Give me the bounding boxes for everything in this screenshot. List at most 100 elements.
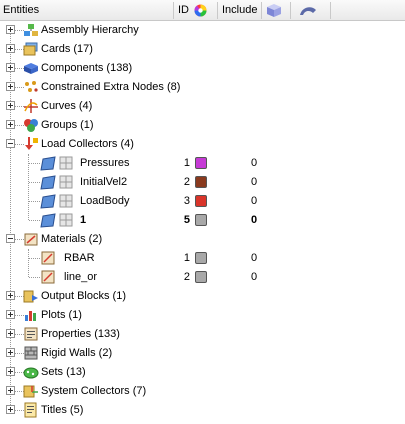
tree-item-properties[interactable]: Properties (133) [0,325,405,344]
column-header: Entities ID Include [0,0,405,21]
expand-icon[interactable] [6,310,15,319]
tree-item-label: Constrained Extra Nodes (8) [41,81,181,93]
expand-icon[interactable] [6,63,15,72]
load-collector-id: 1 [183,157,190,169]
tree-item-assembly-hierarchy[interactable]: Assembly Hierarchy [0,21,405,40]
material-icon [41,251,55,265]
cards-icon [23,42,38,56]
assembly-hierarchy-icon [24,24,38,36]
material-id: 1 [183,252,190,264]
include-value: 0 [250,252,258,264]
include-column-header[interactable]: Include [222,0,257,21]
color-swatch[interactable] [195,176,207,188]
column-divider[interactable] [290,2,291,19]
tree-item-titles[interactable]: Titles (5) [0,401,405,420]
system-collectors-icon [23,385,38,398]
load-collector-row[interactable]: LoadBody 3 0 [0,192,405,211]
tree-item-curves[interactable]: Curves (4) [0,97,405,116]
material-name: RBAR [64,252,95,264]
color-swatch[interactable] [195,157,207,169]
column-divider[interactable] [173,2,174,19]
include-value: 0 [250,214,258,226]
tree-item-label: Groups (1) [41,119,94,131]
tree-item-label: Cards (17) [41,43,93,55]
tree-branch-line [29,220,40,221]
expand-icon[interactable] [6,291,15,300]
output-blocks-icon [23,290,38,303]
sets-icon [23,367,39,379]
expand-icon[interactable] [6,25,15,34]
tree-item-output-blocks[interactable]: Output Blocks (1) [0,287,405,306]
load-collector-icon [40,194,56,209]
tree-branch-line [29,182,40,183]
components-icon [24,63,38,74]
id-column-header[interactable]: ID [178,0,189,21]
load-collector-row[interactable]: InitialVel2 2 0 [0,173,405,192]
expand-icon[interactable] [6,101,15,110]
include-value: 0 [250,176,258,188]
expand-icon[interactable] [6,82,15,91]
tree-item-label: Assembly Hierarchy [41,24,139,36]
constrained-extra-nodes-icon [25,81,38,92]
plots-icon [25,311,36,321]
tree-item-groups[interactable]: Groups (1) [0,116,405,135]
materials-icon [24,233,38,246]
tree-item-label: Rigid Walls (2) [41,347,113,359]
load-collector-id: 3 [183,195,190,207]
tree-item-system-collectors[interactable]: System Collectors (7) [0,382,405,401]
entities-column-header[interactable]: Entities [3,0,39,21]
column-divider[interactable] [330,2,331,19]
color-swatch[interactable] [195,214,207,226]
tree-item-plots[interactable]: Plots (1) [0,306,405,325]
expand-icon[interactable] [6,348,15,357]
load-collector-name: Pressures [80,157,130,169]
cube-icon[interactable] [266,3,282,18]
color-swatch[interactable] [195,195,207,207]
expand-icon[interactable] [6,405,15,414]
load-collector-row[interactable]: 1 5 0 [0,211,405,230]
tree-item-label: Sets (13) [41,366,86,378]
tree-item-materials[interactable]: Materials (2) [0,230,405,249]
tree-item-sets[interactable]: Sets (13) [0,363,405,382]
material-row[interactable]: RBAR 1 0 [0,249,405,268]
tree-item-label: Output Blocks (1) [41,290,126,302]
expand-icon[interactable] [6,44,15,53]
color-swatch[interactable] [195,252,207,264]
collapse-icon[interactable] [6,139,15,148]
display-toggle-icon[interactable] [299,4,317,17]
tree-item-constrained-extra-nodes[interactable]: Constrained Extra Nodes (8) [0,78,405,97]
load-collector-name: LoadBody [80,195,130,207]
load-collector-id: 5 [183,214,190,226]
collapse-icon[interactable] [6,234,15,243]
material-icon [41,270,55,284]
column-divider[interactable] [261,2,262,19]
material-row[interactable]: line_or 2 0 [0,268,405,287]
tree-item-label: Properties (133) [41,328,120,340]
tree-branch-line [29,258,40,259]
tree-item-label: Load Collectors (4) [41,138,134,150]
load-collector-row[interactable]: Pressures 1 0 [0,154,405,173]
color-swatch[interactable] [195,271,207,283]
tree-item-label: Plots (1) [41,309,82,321]
grid-view-icon [59,194,73,208]
tree-item-rigid-walls[interactable]: Rigid Walls (2) [0,344,405,363]
load-collector-icon [40,175,56,190]
tree-branch-line [29,201,40,202]
color-wheel-icon[interactable] [193,3,208,18]
tree-item-label: Curves (4) [41,100,93,112]
tree-item-components[interactable]: Components (138) [0,59,405,78]
column-divider[interactable] [217,2,218,19]
tree-item-cards[interactable]: Cards (17) [0,40,405,59]
expand-icon[interactable] [6,386,15,395]
tree-item-load-collectors[interactable]: Load Collectors (4) [0,135,405,154]
load-collector-name: 1 [80,214,87,226]
expand-icon[interactable] [6,367,15,376]
expand-icon[interactable] [6,329,15,338]
expand-icon[interactable] [6,120,15,129]
rigid-walls-icon [24,346,38,360]
include-value: 0 [250,157,258,169]
titles-icon [24,402,37,418]
tree-branch-line [29,163,40,164]
load-collector-id: 2 [183,176,190,188]
entity-tree: Assembly Hierarchy Cards (17) Components… [0,21,405,424]
